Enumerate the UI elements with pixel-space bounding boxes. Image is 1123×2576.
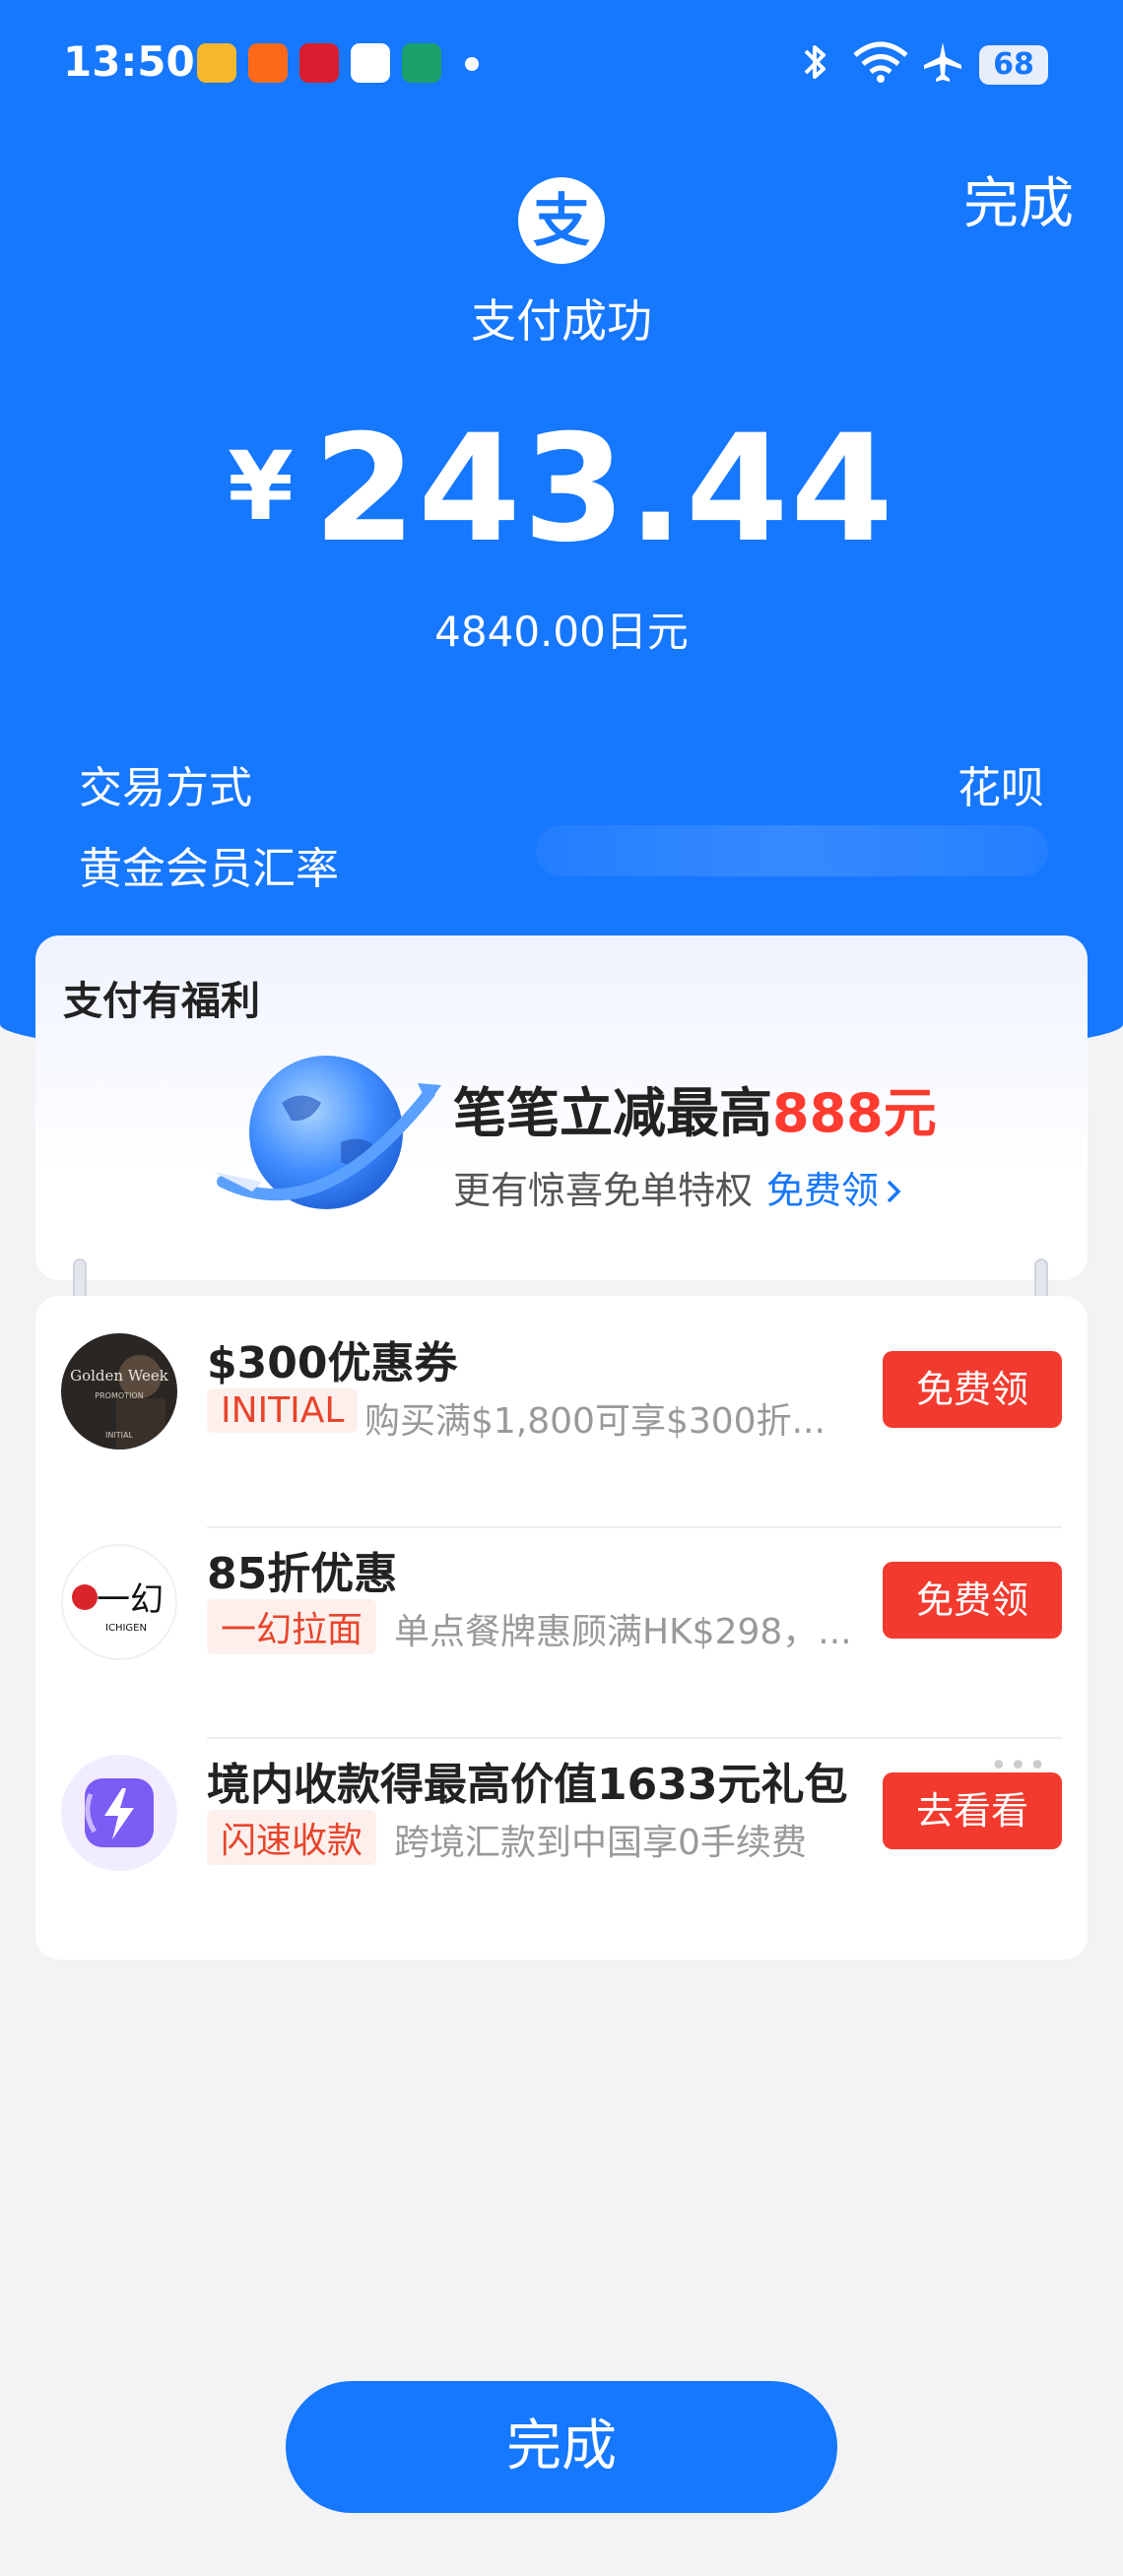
- messenger-icon: [351, 43, 390, 83]
- lightning-transfer-icon: [61, 1755, 177, 1871]
- avatar-title: 一幻: [97, 1580, 164, 1620]
- alipay-logo: 支: [518, 177, 605, 264]
- benefit-claim-label: 免费领: [766, 1169, 880, 1212]
- amount-value: 243.44: [312, 404, 895, 575]
- avatar-title: Golden Week: [70, 1367, 169, 1385]
- wifi-icon: [853, 41, 908, 83]
- original-amount: 4840.00日元: [434, 608, 689, 656]
- claim-button[interactable]: 免费领: [883, 1562, 1062, 1639]
- avatar-subtitle: PROMOTION: [95, 1391, 143, 1400]
- globe-airplane-icon: [213, 1056, 441, 1209]
- settings-icon: [402, 43, 441, 83]
- claim-button[interactable]: 免费领: [883, 1351, 1062, 1428]
- benefit-title: 支付有福利: [63, 979, 260, 1024]
- payment-method-value: 花呗: [958, 763, 1044, 813]
- currency-symbol: ¥: [228, 431, 294, 542]
- status-time: 13:50: [63, 37, 195, 86]
- done-button[interactable]: 完成: [286, 2381, 837, 2513]
- benefit-headline-prefix: 笔笔立减最高: [453, 1082, 772, 1144]
- weibo-icon: [197, 43, 236, 83]
- benefit-headline-amount: 888元: [772, 1082, 937, 1144]
- chevron-right-icon: [887, 1180, 901, 1203]
- payment-status: 支付成功: [471, 294, 652, 348]
- taobao-icon: [248, 43, 288, 83]
- offer-title: 85折优惠: [207, 1549, 398, 1599]
- offer-merchant-tag: 闪速收款: [207, 1810, 377, 1865]
- avatar-brand: INITIAL: [105, 1431, 133, 1440]
- avatar-subtitle: ICHIGEN: [105, 1623, 147, 1634]
- benefit-headline: 笔笔立减最高888元: [453, 1069, 937, 1147]
- benefit-desc: 更有惊喜免单特权 免费领: [453, 1160, 904, 1214]
- list-item[interactable]: Golden Week PROMOTION INITIAL $300优惠券 IN…: [35, 1296, 1088, 1493]
- benefit-desc-text: 更有惊喜免单特权: [453, 1169, 754, 1212]
- bluetooth-icon: [804, 45, 826, 79]
- airplane-mode-icon: [924, 42, 961, 82]
- offer-description: 单点餐牌惠顾满HK$298，...: [394, 1612, 852, 1652]
- list-item[interactable]: 一幻 ICHIGEN 85折优惠 一幻拉面 单点餐牌惠顾满HK$298，... …: [35, 1507, 1088, 1704]
- offer-avatar-ichigen: 一幻 ICHIGEN: [61, 1544, 177, 1660]
- offer-description: 购买满$1,800可享$300折...: [364, 1401, 826, 1442]
- view-button[interactable]: 去看看: [883, 1772, 1062, 1849]
- list-item[interactable]: 境内收款得最高价值1633元礼包 闪速收款 跨境汇款到中国享0手续费 去看看: [35, 1717, 1088, 1914]
- payment-amount: ¥243.44: [0, 404, 1123, 575]
- offer-merchant-tag: 一幻拉面: [207, 1599, 377, 1654]
- benefit-card[interactable]: 支付有福利 笔笔立减最高888元 更有惊喜免单特权 免费领: [35, 935, 1088, 1280]
- exchange-rate-label: 黄金会员汇率: [79, 844, 339, 894]
- top-done-button[interactable]: 完成: [963, 160, 1074, 239]
- battery-indicator: 68: [979, 45, 1048, 85]
- offer-title: $300优惠券: [207, 1338, 458, 1388]
- status-bar: 13:50 68: [0, 0, 1123, 128]
- payment-method-label: 交易方式: [79, 763, 252, 813]
- exchange-rate-value-blurred: [536, 825, 1048, 876]
- tesla-icon: [299, 43, 339, 83]
- notification-dot: [465, 57, 479, 71]
- benefit-claim-link[interactable]: 免费领: [766, 1169, 904, 1212]
- offer-list: Golden Week PROMOTION INITIAL $300优惠券 IN…: [35, 1296, 1088, 1960]
- offer-avatar-golden-week: Golden Week PROMOTION INITIAL: [61, 1333, 177, 1449]
- offer-merchant-tag: INITIAL: [207, 1388, 359, 1433]
- offer-title: 境内收款得最高价值1633元礼包: [207, 1760, 848, 1810]
- offer-description: 跨境汇款到中国享0手续费: [394, 1823, 807, 1863]
